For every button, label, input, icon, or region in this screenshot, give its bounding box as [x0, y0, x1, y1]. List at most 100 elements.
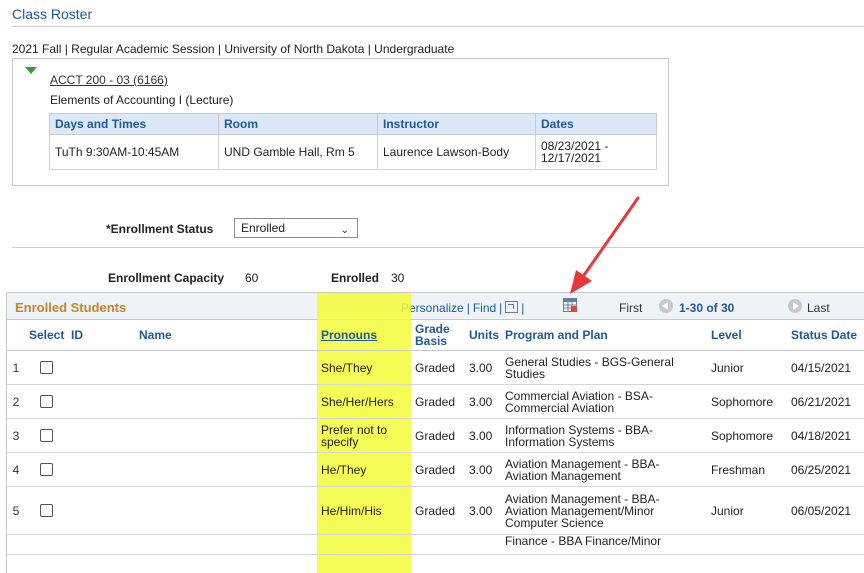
program-plan-header[interactable]: Program and Plan [501, 320, 707, 351]
enrolled-label: Enrolled [331, 271, 380, 285]
enrollment-status-select[interactable]: Enrolled ⌄ [234, 218, 358, 238]
grade-basis-header[interactable]: Grade Basis [411, 320, 465, 351]
grid-header-bar: Enrolled Students Personalize | Find | | Fir… [7, 293, 864, 320]
grade-basis-cell: Graded [411, 418, 465, 453]
level-header[interactable]: Level [707, 320, 787, 351]
name-header[interactable]: Name [135, 320, 317, 351]
row-number: 4 [7, 452, 25, 487]
separator: | [466, 301, 470, 315]
pronouns-cell [317, 534, 411, 555]
select-cell [25, 418, 67, 453]
status-date-cell: 04/18/2021 [787, 418, 864, 453]
status-date-cell: 06/21/2021 [787, 384, 864, 419]
separator: | [499, 301, 503, 315]
next-icon[interactable] [788, 299, 802, 313]
units-header[interactable]: Units [465, 320, 501, 351]
download-grid-icon[interactable] [563, 298, 577, 312]
name-cell [135, 486, 317, 535]
zoom-icon[interactable] [505, 301, 519, 313]
room-value: UND Gamble Hall, Rm 5 [218, 134, 378, 170]
first-link[interactable]: First [619, 301, 642, 315]
enrolled-value: 30 [391, 271, 405, 285]
select-header: Select [25, 320, 67, 351]
find-link[interactable]: Find [473, 301, 496, 315]
expand-triangle-icon[interactable] [25, 67, 37, 74]
table-row: 2 She/Her/Hers Graded 3.00 Commercial Av… [7, 384, 864, 419]
name-cell [135, 452, 317, 487]
table-row: 1 She/They Graded 3.00 General Studies -… [7, 350, 864, 385]
units-cell: 3.00 [465, 452, 501, 487]
id-header[interactable]: ID [67, 320, 135, 351]
program-plan-cell: Aviation Management - BBA- Aviation Manag… [501, 486, 707, 535]
status-date-cell: 06/25/2021 [787, 452, 864, 487]
last-link[interactable]: Last [807, 301, 830, 315]
level-cell: Sophomore [707, 418, 787, 453]
dates-header: Dates [535, 113, 657, 135]
select-cell [25, 452, 67, 487]
units-cell: 3.00 [465, 384, 501, 419]
pronouns-cell: He/Him/His [317, 486, 411, 535]
id-cell [67, 384, 135, 419]
name-cell [135, 350, 317, 385]
level-cell: Sophomore [707, 384, 787, 419]
roster-header-row: Select ID Name Pronouns Grade Basis Units… [7, 320, 864, 351]
name-cell [135, 384, 317, 419]
pronouns-header[interactable]: Pronouns [317, 320, 411, 351]
pronouns-cell: He/They [317, 452, 411, 487]
row-number: 3 [7, 418, 25, 453]
dates-value: 08/23/2021 -12/17/2021 [535, 134, 657, 170]
grade-basis-cell: Graded [411, 486, 465, 535]
units-cell: 3.00 [465, 486, 501, 535]
previous-icon[interactable] [659, 299, 673, 313]
class-link[interactable]: ACCT 200 - 03 (6166) [50, 73, 168, 87]
schedule-table: Days and Times Room Instructor Dates TuT… [49, 113, 657, 170]
select-checkbox[interactable] [39, 504, 53, 518]
row-number: 5 [7, 486, 25, 535]
program-plan-cell: Finance - BBA Finance/Minor [501, 534, 707, 555]
id-cell [67, 486, 135, 535]
table-row: Finance - BBA Finance/Minor [7, 534, 864, 555]
enrollment-status-value: Enrolled [241, 221, 286, 235]
program-plan-cell: Commercial Aviation - BSA- Commercial Avi… [501, 384, 707, 419]
program-plan-cell: Aviation Management - BBA- Aviation Manag… [501, 452, 707, 487]
days-times-value: TuTh 9:30AM-10:45AM [49, 134, 219, 170]
table-row: 5 He/Him/His Graded 3.00 Aviation Manage… [7, 486, 864, 535]
annotation-arrow-icon [570, 196, 640, 294]
level-cell: Freshman [707, 452, 787, 487]
term-subtitle: 2021 Fall | Regular Academic Session | U… [12, 42, 455, 56]
title-divider [12, 26, 864, 27]
select-checkbox[interactable] [39, 429, 53, 443]
select-checkbox[interactable] [39, 463, 53, 477]
separator: | [521, 301, 525, 315]
level-cell [707, 534, 787, 555]
select-cell [25, 486, 67, 535]
enrollment-capacity-label: Enrollment Capacity [108, 271, 225, 285]
status-date-header[interactable]: Status Date [787, 320, 864, 351]
days-times-header: Days and Times [49, 113, 219, 135]
page-range: 1-30 of 30 [679, 301, 735, 315]
select-checkbox[interactable] [39, 395, 53, 409]
pronouns-cell: Prefer not to specify [317, 418, 411, 453]
level-cell: Junior [707, 486, 787, 535]
class-description: Elements of Accounting I (Lecture) [50, 93, 234, 107]
status-date-cell: 04/15/2021 [787, 350, 864, 385]
select-cell [25, 534, 67, 555]
grid-title: Enrolled Students [15, 300, 127, 315]
status-date-cell: 06/05/2021 [787, 486, 864, 535]
pronouns-cell: She/They [317, 350, 411, 385]
id-cell [67, 418, 135, 453]
units-cell [465, 534, 501, 555]
select-checkbox[interactable] [39, 361, 53, 375]
grade-basis-cell [411, 534, 465, 555]
room-header: Room [218, 113, 378, 135]
level-cell: Junior [707, 350, 787, 385]
name-cell [135, 534, 317, 555]
grade-basis-cell: Graded [411, 452, 465, 487]
program-plan-cell: General Studies - BGS-General Studies [501, 350, 707, 385]
chevron-down-icon: ⌄ [340, 225, 349, 236]
id-cell [67, 534, 135, 555]
table-row: 4 He/They Graded 3.00 Aviation Managemen… [7, 452, 864, 487]
id-cell [67, 452, 135, 487]
select-cell [25, 350, 67, 385]
row-number-header [7, 320, 25, 351]
